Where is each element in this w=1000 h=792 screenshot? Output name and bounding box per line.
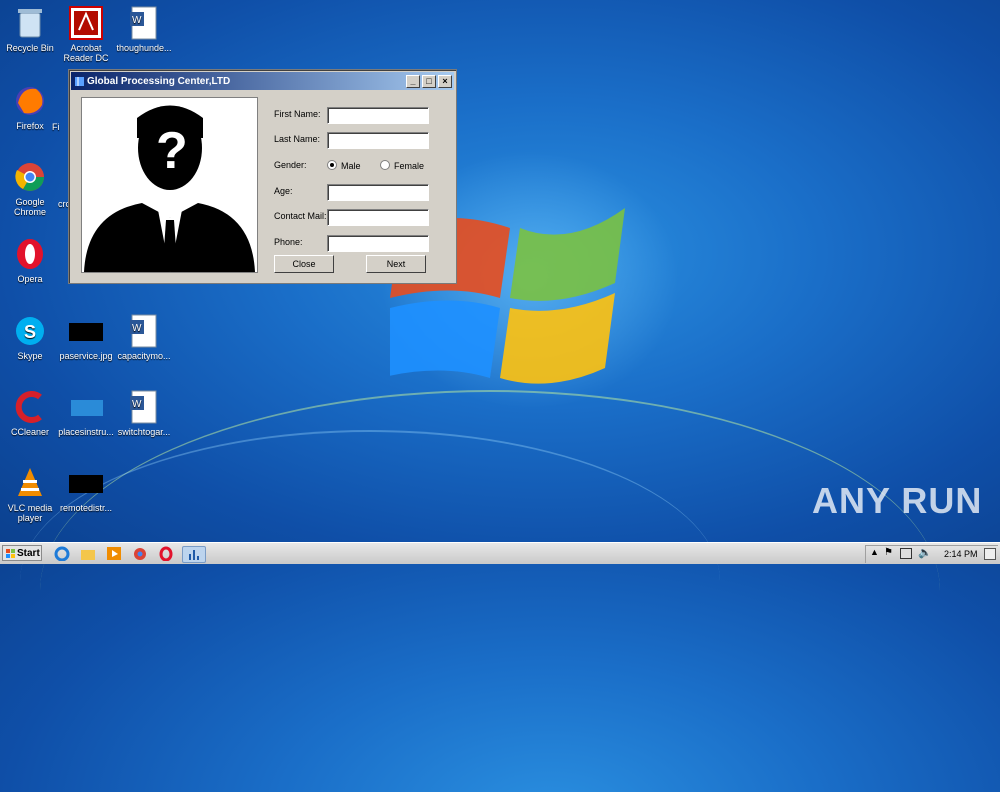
explorer-taskbar-icon[interactable]: [80, 546, 96, 561]
desktop-icon-label: remotedistr...: [59, 503, 113, 513]
firefox-icon: [13, 84, 47, 118]
female-label: Female: [394, 161, 425, 171]
window-titlebar[interactable]: Global Processing Center,LTD _ □ ×: [71, 72, 454, 90]
desktop-icon-label: placesinstru...: [58, 427, 114, 437]
phone-input[interactable]: [327, 235, 429, 252]
desktop-icon-label: Google Chrome: [13, 197, 46, 217]
desktop-icon-label: paservice.jpg: [59, 351, 113, 361]
desktop-icon-opera[interactable]: Opera: [0, 237, 60, 284]
vlc-cone-icon: [13, 466, 47, 500]
desktop-icon-remotedistr[interactable]: remotedistr...: [56, 466, 116, 513]
desktop-icon-vlc[interactable]: VLC media player: [0, 466, 60, 523]
contact-mail-input[interactable]: [327, 209, 429, 226]
age-label: Age:: [274, 186, 293, 196]
desktop-icon-label: switchtogar...: [117, 427, 171, 437]
desktop-icon-placesinstru[interactable]: placesinstru...: [56, 390, 116, 437]
gender-label: Gender:: [274, 160, 307, 170]
skype-icon: S: [13, 314, 47, 348]
ie-taskbar-icon[interactable]: [54, 546, 70, 562]
svg-text:W: W: [132, 399, 142, 410]
minimize-button[interactable]: _: [406, 74, 420, 88]
word-document-icon: W: [127, 6, 161, 40]
acrobat-icon: [69, 6, 103, 40]
next-button[interactable]: Next: [366, 255, 426, 273]
ccleaner-icon: [13, 390, 47, 424]
female-radio[interactable]: [380, 160, 390, 170]
contact-mail-label: Contact Mail:: [274, 211, 327, 221]
system-tray: ▲ ⚑ 🔈 2:14 PM: [865, 545, 998, 563]
last-name-label: Last Name:: [274, 134, 321, 144]
start-label: Start: [17, 548, 40, 559]
close-button[interactable]: Close: [274, 255, 334, 273]
desktop-icon-label: Recycle Bin: [6, 43, 54, 53]
first-name-input[interactable]: [327, 107, 429, 124]
show-desktop-icon[interactable]: [984, 548, 996, 560]
male-radio[interactable]: [327, 160, 337, 170]
windows-flag-icon: [6, 549, 15, 558]
desktop-icon-firefox[interactable]: Firefox: [0, 84, 60, 131]
volume-icon[interactable]: 🔈: [918, 546, 932, 559]
male-label: Male: [341, 161, 361, 171]
desktop-icon-label: Skype: [17, 351, 43, 361]
recycle-bin-icon: [13, 6, 47, 40]
desktop-icon-label: Fi: [52, 122, 60, 132]
app-icon: [75, 76, 84, 86]
wallpaper-arc-secondary: [20, 430, 720, 732]
chrome-icon: [13, 160, 47, 194]
desktop-icon-acrobat[interactable]: Acrobat Reader DC: [56, 6, 116, 63]
action-center-flag-icon[interactable]: ⚑: [884, 547, 893, 558]
desktop-icon-document[interactable]: W thoughunde...: [114, 6, 174, 53]
app-taskbar-icon[interactable]: [182, 546, 206, 563]
desktop-icon-recycle-bin[interactable]: Recycle Bin: [0, 6, 60, 53]
start-button[interactable]: Start: [2, 545, 42, 561]
svg-text:W: W: [132, 323, 142, 334]
svg-text:S: S: [24, 322, 36, 342]
word-document-icon: W: [127, 314, 161, 348]
first-name-label: First Name:: [274, 109, 321, 119]
word-document-icon: W: [127, 390, 161, 424]
desktop-icon-label: CCleaner: [10, 427, 50, 437]
desktop-icon-skype[interactable]: S Skype: [0, 314, 60, 361]
app-window: Global Processing Center,LTD _ □ × ? Fir…: [68, 69, 457, 284]
desktop-icon-label: Acrobat Reader DC: [63, 43, 109, 63]
show-hidden-icons-icon[interactable]: ▲: [870, 547, 879, 557]
window-title: Global Processing Center,LTD: [87, 75, 231, 87]
desktop-icon-switchtogar[interactable]: W switchtogar...: [114, 390, 174, 437]
opera-taskbar-icon[interactable]: [158, 546, 174, 562]
image-file-icon: [69, 466, 103, 500]
profile-silhouette: ?: [81, 97, 258, 273]
anyrun-watermark: ANY RUN: [812, 480, 983, 521]
desktop-icon-label: thoughunde...: [116, 43, 172, 53]
age-input[interactable]: [327, 184, 429, 201]
phone-label: Phone:: [274, 237, 303, 247]
network-icon[interactable]: [900, 548, 912, 559]
desktop-icon-label: capacitymo...: [117, 351, 171, 361]
image-file-icon: [69, 390, 103, 424]
svg-text:W: W: [132, 15, 142, 26]
desktop-icon-ccleaner[interactable]: CCleaner: [0, 390, 60, 437]
clock[interactable]: 2:14 PM: [944, 549, 978, 559]
chrome-taskbar-icon[interactable]: [132, 546, 148, 561]
image-file-icon: [69, 314, 103, 348]
desktop-icon-label: VLC media player: [7, 503, 53, 523]
desktop-icon-partial[interactable]: Fi: [52, 122, 68, 132]
close-window-button[interactable]: ×: [438, 74, 452, 88]
media-player-taskbar-icon[interactable]: [106, 546, 122, 561]
taskbar: Start ▲ ⚑ 🔈 2:14 PM: [0, 542, 1000, 564]
opera-icon: [13, 237, 47, 271]
maximize-button[interactable]: □: [422, 74, 436, 88]
desktop-icon-capacitymo[interactable]: W capacitymo...: [114, 314, 174, 361]
last-name-input[interactable]: [327, 132, 429, 149]
desktop-icon-chrome[interactable]: Google Chrome: [0, 160, 60, 217]
desktop-icon-paservice[interactable]: paservice.jpg: [56, 314, 116, 361]
desktop-icon-label: Opera: [17, 274, 43, 284]
desktop-icon-label: Firefox: [16, 121, 44, 131]
svg-text:?: ?: [156, 122, 188, 180]
